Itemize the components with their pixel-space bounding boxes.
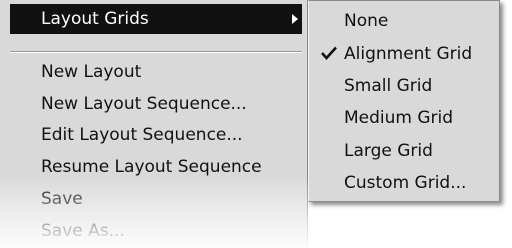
menu-item-save[interactable]: Save xyxy=(10,184,302,214)
submenu-item-label: Custom Grid... xyxy=(344,173,467,193)
submenu-item-label: None xyxy=(344,11,389,31)
screenshot-stage: Layout Grids New Layout New Layout Seque… xyxy=(0,0,512,248)
menu-item-label: Edit Layout Sequence... xyxy=(41,125,243,145)
layout-menu: Layout Grids New Layout New Layout Seque… xyxy=(0,0,308,248)
submenu-item-small-grid[interactable]: Small Grid xyxy=(309,70,499,102)
submenu-item-custom-grid[interactable]: Custom Grid... xyxy=(309,167,499,199)
submenu-item-label: Large Grid xyxy=(344,141,433,161)
layout-grids-submenu: None Alignment Grid Small Grid Medium Gr… xyxy=(308,0,500,202)
submenu-item-label: Small Grid xyxy=(344,76,433,96)
menu-item-edit-layout-sequence[interactable]: Edit Layout Sequence... xyxy=(10,120,302,150)
menu-item-label: Save xyxy=(41,189,83,209)
menu-item-label: New Layout xyxy=(41,62,142,82)
submenu-item-alignment-grid[interactable]: Alignment Grid xyxy=(309,38,499,70)
menu-item-label: Resume Layout Sequence xyxy=(41,157,262,177)
menu-item-label: New Layout Sequence... xyxy=(41,94,247,114)
chevron-right-icon xyxy=(292,14,298,24)
submenu-item-medium-grid[interactable]: Medium Grid xyxy=(309,102,499,134)
check-icon xyxy=(321,46,337,60)
menu-item-layout-grids[interactable]: Layout Grids xyxy=(10,4,302,34)
menu-item-resume-layout-sequence[interactable]: Resume Layout Sequence xyxy=(10,152,302,182)
menu-item-save-as[interactable]: Save As... xyxy=(10,216,302,246)
menu-item-new-layout-sequence[interactable]: New Layout Sequence... xyxy=(10,89,302,119)
submenu-item-none[interactable]: None xyxy=(309,5,499,37)
submenu-item-large-grid[interactable]: Large Grid xyxy=(309,135,499,167)
menu-item-label: Layout Grids xyxy=(41,9,149,29)
submenu-item-label: Medium Grid xyxy=(344,108,454,128)
menu-item-label: Save As... xyxy=(41,221,125,241)
submenu-item-label: Alignment Grid xyxy=(344,44,473,64)
menu-separator xyxy=(10,51,302,53)
menu-item-new-layout[interactable]: New Layout xyxy=(10,57,302,87)
